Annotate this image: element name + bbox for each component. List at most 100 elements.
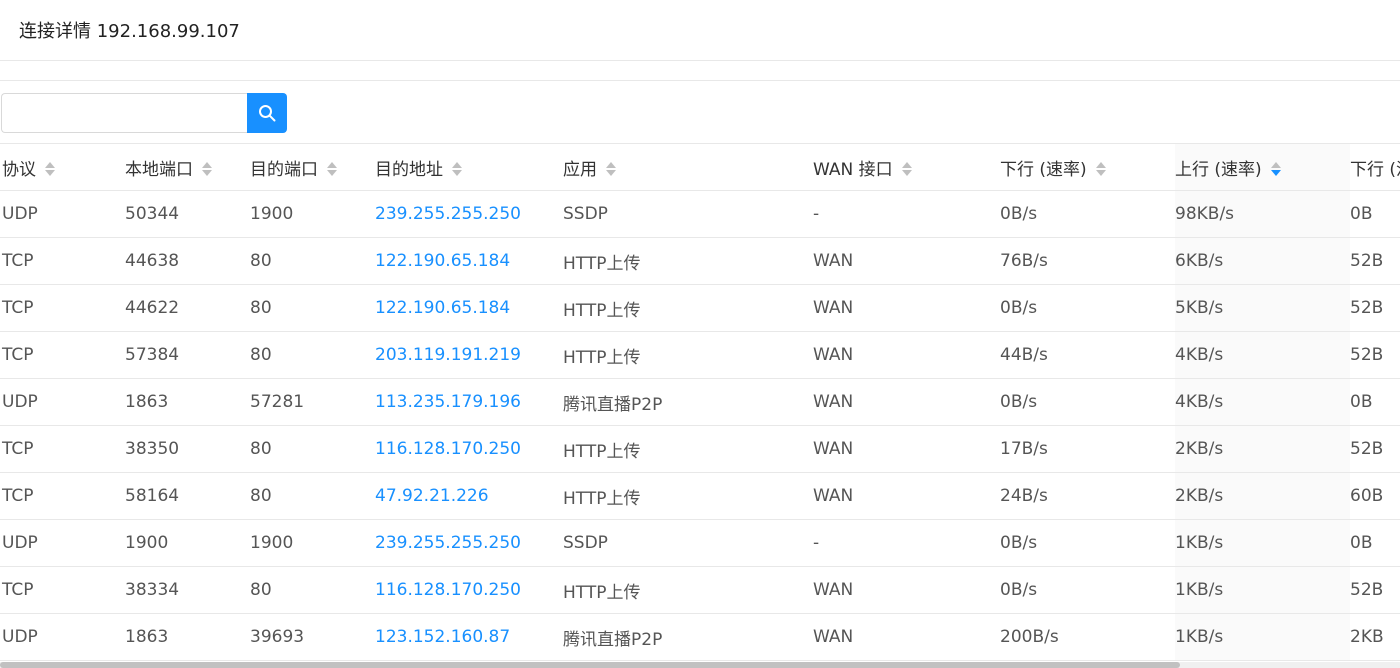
cell-protocol: TCP [0,425,125,473]
cell-dest-port: 39693 [250,613,375,661]
cell-dest-port: 80 [250,566,375,614]
sort-caret-icon[interactable] [327,161,337,177]
cell-dest-addr[interactable]: 113.235.179.196 [375,378,563,426]
cell-down-total: 52B [1350,425,1400,473]
sort-caret-icon[interactable] [901,161,912,177]
cell-protocol: UDP [0,613,125,661]
table-header: 协议 本地端口 目的端口 目的地址 应用 WAN 接口 下行 (速率) 上行 (速率) 下行 (… [0,143,1400,191]
column-header[interactable]: 下行 (流 [1350,143,1400,191]
column-header[interactable]: 上行 (速率) [1175,143,1350,191]
search-input[interactable] [1,93,247,133]
cell-dest-addr[interactable]: 47.92.21.226 [375,472,563,520]
cell-up-rate: 2KB/s [1175,472,1350,520]
column-header[interactable]: 目的地址 [375,143,563,191]
cell-wan: WAN [813,472,1000,520]
cell-down-rate: 0B/s [1000,566,1175,614]
column-header[interactable]: 下行 (速率) [1000,143,1175,191]
table-row: TCP 58164 80 47.92.21.226 HTTP上传 WAN 24B/s 2KB/… [0,472,1400,520]
cell-up-rate: 5KB/s [1175,284,1350,332]
cell-wan: - [813,519,1000,567]
horizontal-scrollbar[interactable] [0,662,1400,668]
sort-descending-icon [45,169,55,176]
cell-dest-addr[interactable]: 116.128.170.250 [375,425,563,473]
cell-down-rate: 200B/s [1000,613,1175,661]
sort-caret-icon[interactable] [202,161,212,177]
cell-down-total: 52B [1350,331,1400,379]
cell-protocol: TCP [0,237,125,285]
cell-dest-port: 80 [250,237,375,285]
cell-local-port: 50344 [125,190,250,238]
cell-down-rate: 24B/s [1000,472,1175,520]
column-header[interactable]: WAN 接口 [813,143,1000,191]
sort-descending-icon [327,169,337,176]
column-header[interactable]: 协议 [0,143,125,191]
column-header-label: 下行 (速率) [1000,159,1087,180]
sort-caret-icon[interactable] [452,161,462,177]
sort-caret-icon[interactable] [1095,161,1106,177]
cell-up-rate: 1KB/s [1175,519,1350,567]
cell-protocol: TCP [0,472,125,520]
cell-dest-port: 57281 [250,378,375,426]
cell-up-rate: 6KB/s [1175,237,1350,285]
column-header[interactable]: 目的端口 [250,143,375,191]
table-row: UDP 1900 1900 239.255.255.250 SSDP -0B/s 1KB/s… [0,519,1400,567]
connections-table: 协议 本地端口 目的端口 目的地址 应用 WAN 接口 下行 (速率) 上行 (速率) 下行 (… [0,143,1400,661]
cell-down-rate: 0B/s [1000,378,1175,426]
cell-local-port: 44638 [125,237,250,285]
cell-dest-port: 1900 [250,519,375,567]
column-header-label: WAN 接口 [813,159,893,180]
column-header-label: 目的端口 [250,159,318,180]
column-header-label: 目的地址 [375,159,443,180]
cell-down-total: 0B [1350,519,1400,567]
search-icon [259,105,276,122]
cell-local-port: 1863 [125,378,250,426]
table-row: TCP 38334 80 116.128.170.250 HTTP上传 WAN 0B/s 1K… [0,566,1400,614]
cell-dest-addr[interactable]: 239.255.255.250 [375,519,563,567]
column-header[interactable]: 应用 [563,143,813,191]
cell-up-rate: 4KB/s [1175,378,1350,426]
column-header-label: 上行 (速率) [1175,159,1262,180]
sort-descending-icon [1270,169,1281,176]
cell-down-rate: 0B/s [1000,190,1175,238]
table-body: UDP 50344 1900 239.255.255.250 SSDP -0B/s 98KB… [0,190,1400,661]
cell-dest-addr[interactable]: 123.152.160.87 [375,613,563,661]
sort-ascending-icon [606,161,616,168]
cell-app: SSDP [563,519,813,567]
cell-dest-addr[interactable]: 122.190.65.184 [375,237,563,285]
cell-app: HTTP上传 [563,237,813,285]
scrollbar-thumb[interactable] [0,662,1180,668]
cell-local-port: 44622 [125,284,250,332]
cell-local-port: 1900 [125,519,250,567]
cell-dest-addr[interactable]: 203.119.191.219 [375,331,563,379]
connections-table-container: 协议 本地端口 目的端口 目的地址 应用 WAN 接口 下行 (速率) 上行 (速率) 下行 (… [0,143,1400,661]
connection-details-page: 连接详情 192.168.99.107 协议 本地端口 目的端口 目的地址 应用… [0,0,1400,668]
cell-up-rate: 4KB/s [1175,331,1350,379]
sort-caret-icon[interactable] [45,161,55,177]
cell-protocol: TCP [0,331,125,379]
column-header-label: 本地端口 [125,159,193,180]
cell-wan: WAN [813,331,1000,379]
sort-descending-icon [606,169,616,176]
cell-dest-addr[interactable]: 116.128.170.250 [375,566,563,614]
search-button[interactable] [247,93,287,133]
sort-ascending-icon [1270,161,1281,168]
cell-dest-addr[interactable]: 122.190.65.184 [375,284,563,332]
sort-caret-icon[interactable] [1270,161,1281,177]
cell-app: HTTP上传 [563,425,813,473]
table-row: UDP 50344 1900 239.255.255.250 SSDP -0B/s 98KB… [0,190,1400,238]
cell-protocol: UDP [0,190,125,238]
cell-down-total: 0B [1350,190,1400,238]
cell-dest-port: 80 [250,425,375,473]
column-header-label: 协议 [2,159,36,180]
cell-dest-addr[interactable]: 239.255.255.250 [375,190,563,238]
header-divider [0,61,1400,81]
column-header[interactable]: 本地端口 [125,143,250,191]
sort-caret-icon[interactable] [606,161,616,177]
sort-descending-icon [202,169,212,176]
cell-down-total: 2KB [1350,613,1400,661]
cell-local-port: 38334 [125,566,250,614]
cell-app: 腾讯直播P2P [563,378,813,426]
cell-down-total: 0B [1350,378,1400,426]
sort-ascending-icon [901,161,912,168]
search-bar [1,93,287,133]
